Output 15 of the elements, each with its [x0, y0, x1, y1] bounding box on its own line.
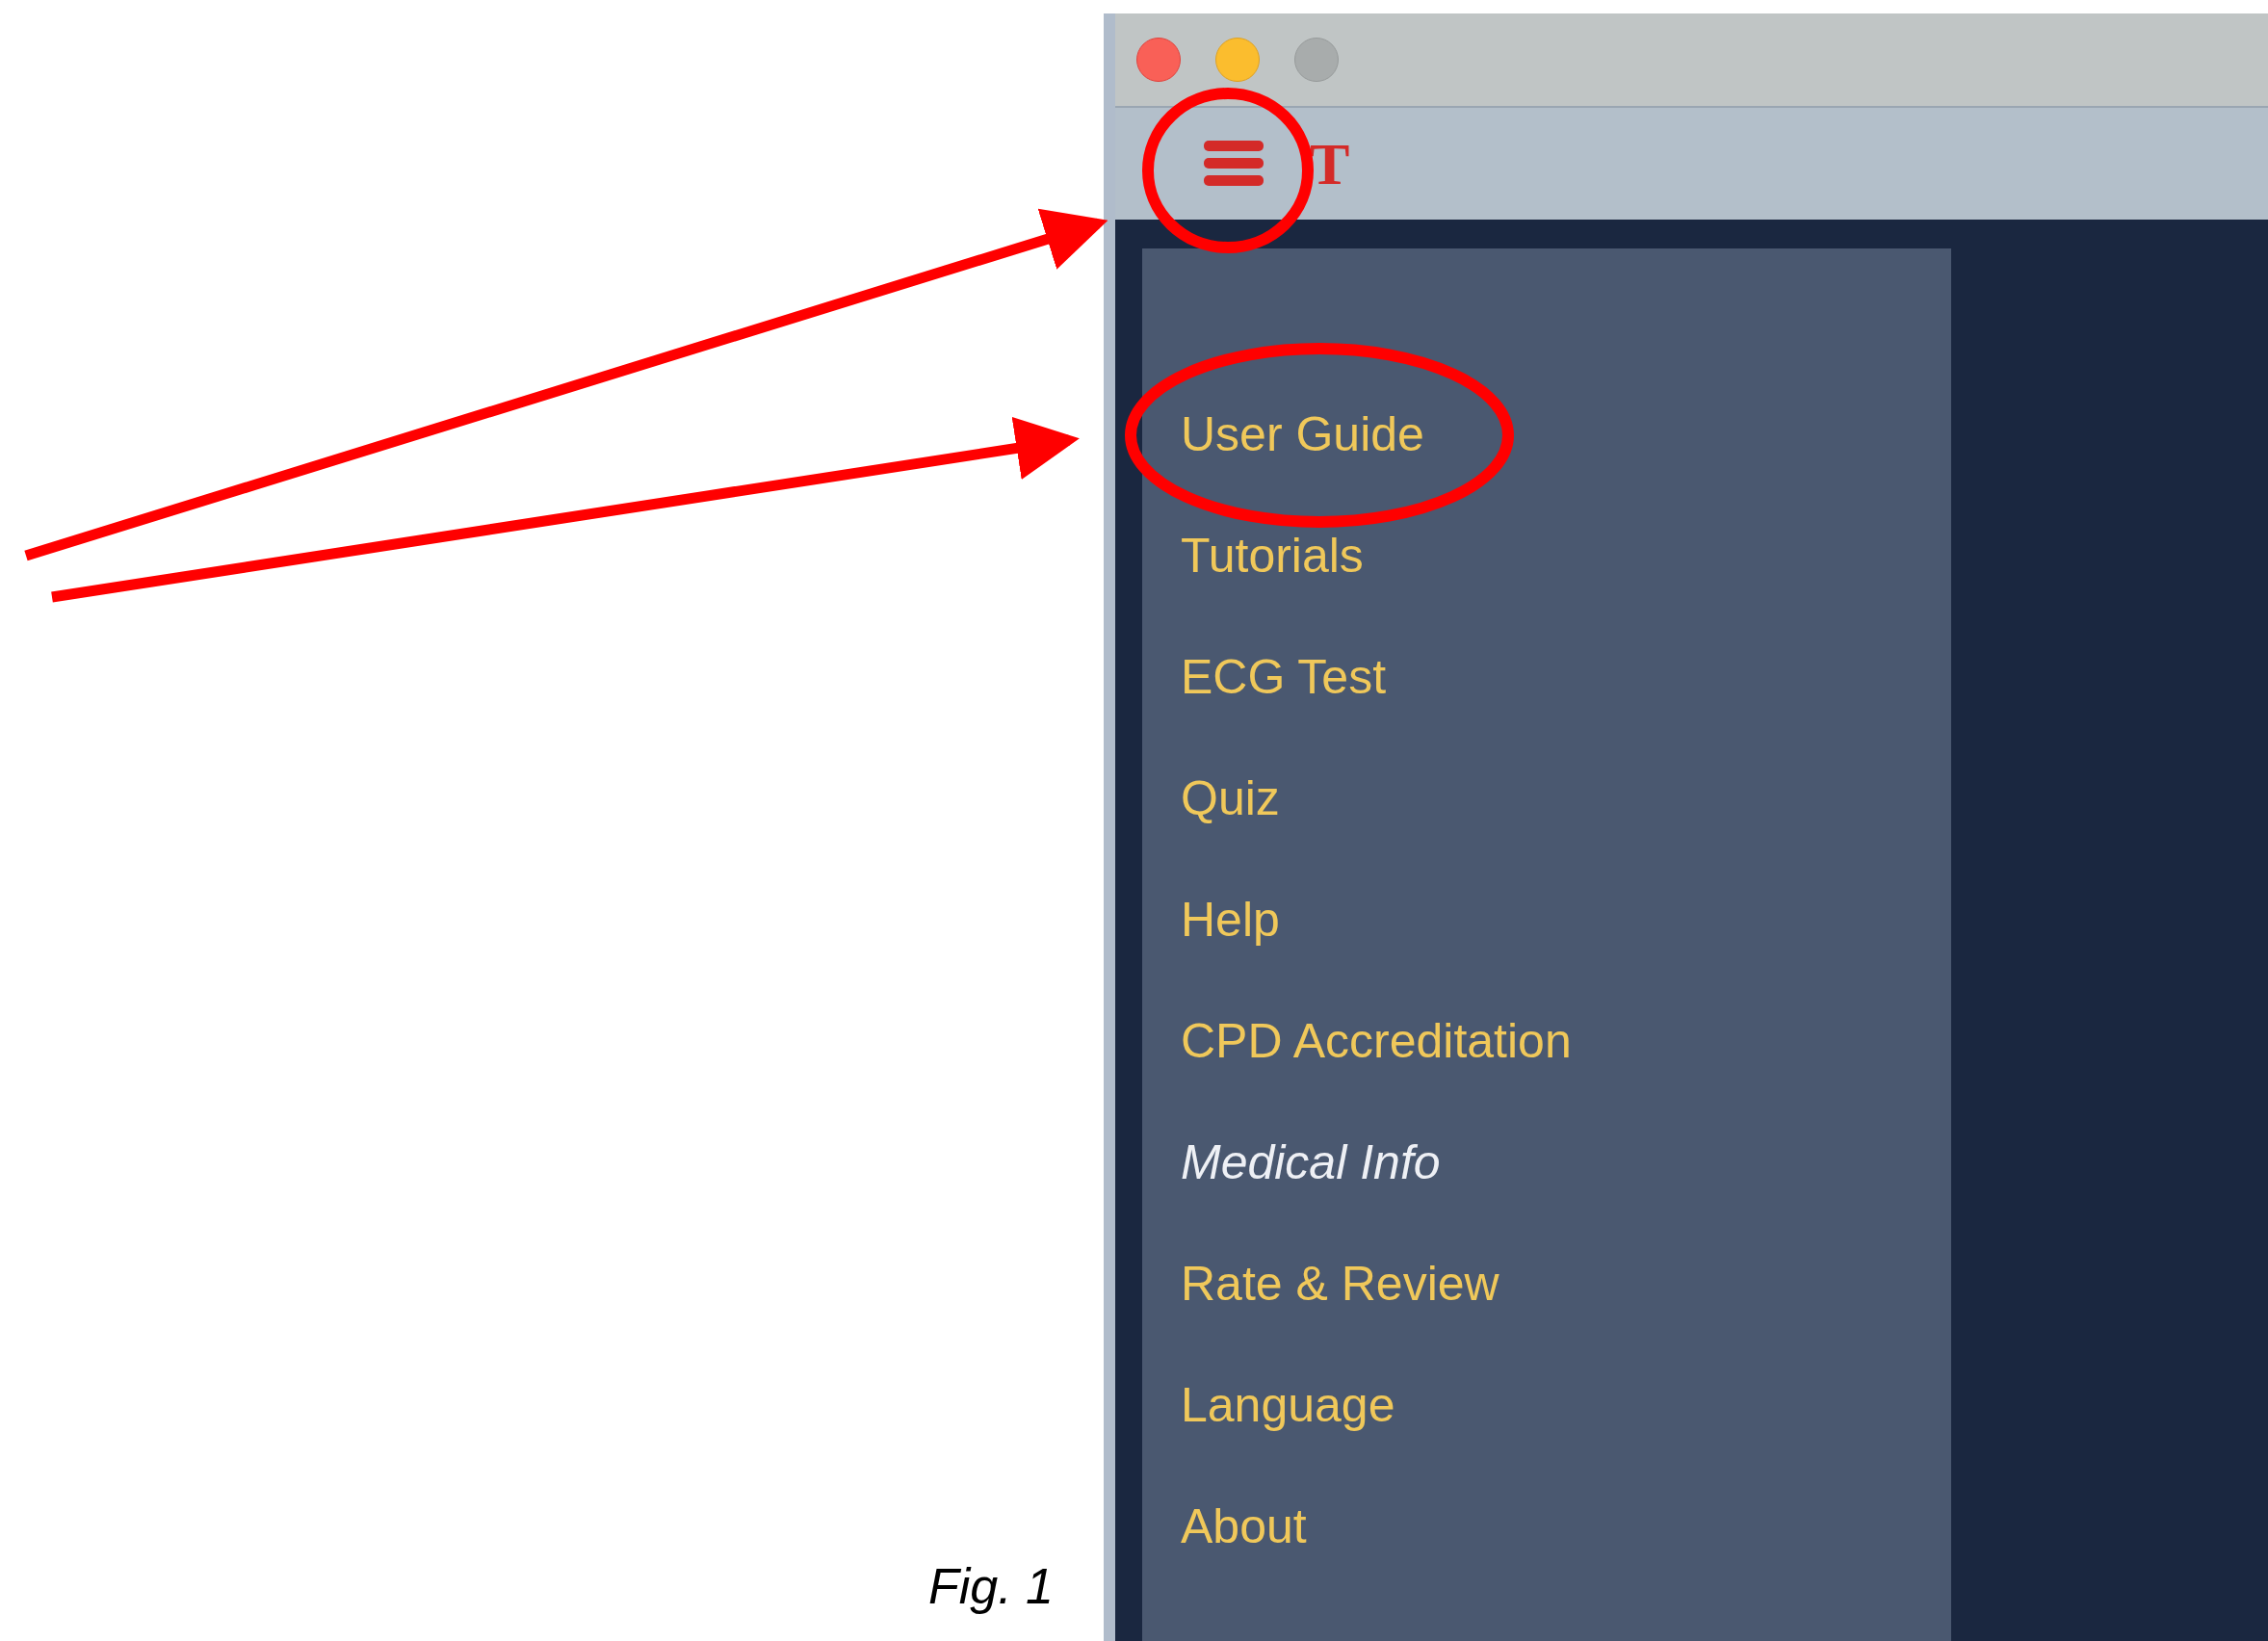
menu-item[interactable]: Rate & Review — [1181, 1250, 1499, 1317]
menu-item[interactable]: User Guide — [1181, 401, 1424, 468]
menu-item[interactable]: Help — [1181, 886, 1280, 953]
menu-item[interactable]: Language — [1181, 1371, 1395, 1439]
menu-item[interactable]: Tutorials — [1181, 522, 1364, 589]
close-button[interactable] — [1136, 38, 1181, 82]
figure-caption: Fig. 1 — [927, 1557, 1054, 1616]
menu-item[interactable]: Quiz — [1181, 765, 1280, 832]
zoom-button[interactable] — [1294, 38, 1339, 82]
menu-item[interactable]: ECG Test — [1181, 643, 1387, 711]
menu-item[interactable]: About — [1181, 1493, 1307, 1560]
menu-item[interactable]: Medical Info — [1181, 1129, 1441, 1196]
menu-item[interactable]: CPD Accreditation — [1181, 1007, 1572, 1075]
menu-icon[interactable] — [1204, 139, 1264, 189]
minimize-button[interactable] — [1215, 38, 1260, 82]
